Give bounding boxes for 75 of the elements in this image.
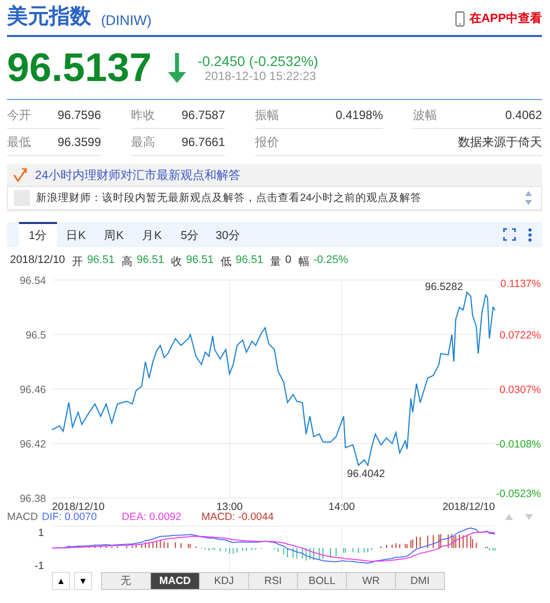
stat-label: 波幅 xyxy=(413,106,437,124)
app-link[interactable]: 在APP中查看 xyxy=(455,10,542,27)
percent-axis-label: 0.0307% xyxy=(500,384,541,396)
y-axis-label: 96.42 xyxy=(20,438,46,450)
advisor-link[interactable]: 24小时内理财师对汇市最新观点和解答 xyxy=(35,166,240,184)
indicator-tab[interactable]: WR xyxy=(346,572,396,590)
bar-field-value: 96.51 xyxy=(236,254,264,268)
stat-label: 昨收 xyxy=(131,106,155,124)
percent-axis-label: 0.1137% xyxy=(500,278,541,290)
y-axis-label: 96.46 xyxy=(20,384,46,396)
quote-time: 2018-12-10 15:22:23 xyxy=(204,69,318,83)
period-tab[interactable]: 30分 xyxy=(209,222,247,247)
macd-legend: DEA: 0.0092 xyxy=(122,511,182,523)
x-axis-label: 13:00 xyxy=(216,501,243,512)
bar-field-label: 高 xyxy=(122,254,133,270)
stat-label: 最低 xyxy=(7,134,31,150)
stat-value: 96.7587 xyxy=(182,108,225,122)
period-tab[interactable]: 1分 xyxy=(19,222,57,247)
period-tab[interactable]: 月K xyxy=(133,222,171,247)
scroll-button[interactable]: ▲ xyxy=(52,572,70,590)
bar-date: 2018/12/10 xyxy=(10,254,66,268)
trend-arrow-icon xyxy=(13,168,29,182)
indicator-tab[interactable]: RSI xyxy=(248,572,298,590)
price-annotation: 96.5282 xyxy=(425,281,463,294)
stat-value: 96.7661 xyxy=(182,135,225,149)
bar-field-value: 96.51 xyxy=(136,254,164,268)
macd-axis-label: -1 xyxy=(34,560,44,571)
scroll-button[interactable]: ▼ xyxy=(74,572,92,590)
indicator-tab[interactable]: MACD xyxy=(150,572,200,590)
x-axis-label: 14:00 xyxy=(328,501,355,512)
price-annotation: 96.4042 xyxy=(347,468,385,480)
symbol-code: (DINIW) xyxy=(101,12,152,28)
indicator-tab[interactable]: KDJ xyxy=(199,572,249,590)
more-icon[interactable] xyxy=(528,228,532,242)
price-change: -0.2450 (-0.2532%) xyxy=(198,53,318,69)
bar-field-label: 量 xyxy=(270,255,282,270)
indicator-tab[interactable]: DMI xyxy=(395,572,445,590)
price: 96.5137 xyxy=(7,46,152,90)
bar-field-label: 开 xyxy=(72,255,84,270)
bar-field-label: 低 xyxy=(220,255,232,270)
stat-value: 数据来源于倚天 xyxy=(458,134,542,150)
bar-field-value: 96.51 xyxy=(186,254,214,268)
period-tab[interactable]: 5分 xyxy=(171,222,209,247)
y-axis-label: 96.5 xyxy=(26,330,46,342)
y-axis-label: 96.54 xyxy=(20,275,46,287)
period-tab[interactable]: 周K xyxy=(95,222,133,247)
stat-label: 振幅 xyxy=(255,106,279,124)
indicator-tab[interactable]: 无 xyxy=(101,572,151,590)
y-axis-label: 96.38 xyxy=(20,493,46,505)
percent-axis-label: -0.0108% xyxy=(496,438,541,450)
stat-label: 最高 xyxy=(131,134,155,150)
macd-legend: DIF: 0.0070 xyxy=(42,511,97,523)
bar-field-value: 96.51 xyxy=(87,254,115,268)
stat-value: 0.4062 xyxy=(505,108,542,122)
stat-label: 报价 xyxy=(255,134,279,150)
percent-axis-label: -0.0523% xyxy=(496,488,541,500)
stat-value: 0.4198% xyxy=(336,108,383,122)
macd-title: MACD xyxy=(7,511,38,523)
percent-axis-label: 0.0722% xyxy=(500,330,541,342)
macd-axis-label: 1 xyxy=(38,527,44,539)
page-title: 美元指数 xyxy=(7,4,91,30)
phone-icon xyxy=(455,10,466,26)
stat-label: 今开 xyxy=(7,106,31,124)
x-axis-label: 2018/12/10 xyxy=(442,501,495,512)
period-tab[interactable]: 日K xyxy=(57,222,95,247)
bar-field-label: 收 xyxy=(171,255,182,270)
stat-value: 96.7596 xyxy=(58,108,101,122)
macd-legend: MACD: -0.0044 xyxy=(201,511,274,523)
bar-field-label: 幅 xyxy=(298,255,310,270)
stat-value: 96.3599 xyxy=(58,135,101,149)
indicator-tab[interactable]: BOLL xyxy=(297,572,347,590)
bar-field-value: 0 xyxy=(285,254,292,268)
fullscreen-icon[interactable] xyxy=(503,228,516,241)
x-axis-label: 2018/12/10 xyxy=(52,501,105,512)
bar-field-value: -0.25% xyxy=(313,254,348,268)
